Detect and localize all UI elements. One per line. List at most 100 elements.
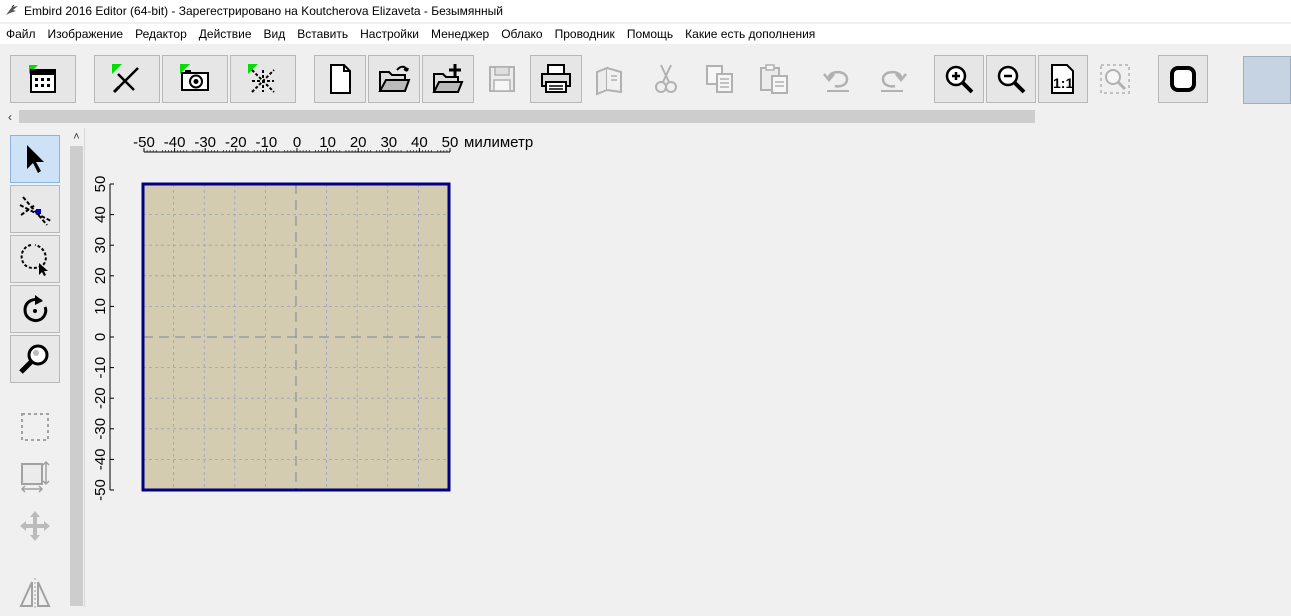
design-canvas[interactable]: -50 -40 -30 -20 -10 0 10 20 30 40 50 милиметр 50 40 3… [86,128,1291,607]
x-ruler-label: 10 [319,134,336,151]
lasso-tool-button[interactable] [10,235,60,283]
mirror-tool-button[interactable] [10,568,60,616]
copy-icon [706,65,733,93]
marquee-select-tool-button[interactable] [10,403,60,451]
horizontal-scrollbar[interactable]: ‹ [0,108,1291,125]
zoom-selection-button[interactable] [1090,55,1140,103]
x-ruler-label: -10 [256,134,278,151]
menu-manager[interactable]: Менеджер [425,24,495,44]
zoom-in-button[interactable] [934,55,984,103]
y-ruler-label: 20 [92,267,109,284]
save-icon [489,66,515,92]
menu-insert[interactable]: Вставить [291,24,354,44]
y-ruler-label: 0 [92,333,109,341]
rotate-icon [23,295,48,322]
rotate-tool-button[interactable] [10,285,60,333]
edit-nodes-tool-button[interactable] [10,185,60,233]
window-title: Embird 2016 Editor (64-bit) - Зарегестри… [24,4,503,18]
embroidery-hoop[interactable] [141,182,451,492]
add-file-button[interactable] [422,55,474,103]
export-button[interactable] [584,55,636,103]
hoop-button[interactable] [1158,55,1208,103]
open-file-button[interactable] [368,55,420,103]
move-tool-button[interactable] [10,502,60,550]
export-icon [596,66,622,96]
x-ruler-label: 40 [411,134,428,151]
toolbar-group-hoop [1158,55,1210,103]
select-tool-button[interactable] [10,135,60,183]
vertical-scroll-thumb[interactable] [70,146,83,606]
resize-tool-button[interactable] [10,452,60,500]
menu-settings[interactable]: Настройки [354,24,425,44]
calendar-icon [29,65,56,93]
y-ruler-label: 40 [92,206,109,223]
toolbar-group-manager [10,55,78,103]
menu-file[interactable]: Файл [0,24,42,44]
y-ruler-label: -50 [92,479,109,501]
zoom-1-1-icon: 1:1 [1051,64,1074,94]
mirror-icon [19,578,51,608]
menu-editor[interactable]: Редактор [129,24,193,44]
x-ruler-label: 20 [350,134,367,151]
calendar-button[interactable] [10,55,76,103]
cut-button[interactable] [640,55,692,103]
marquee-select-icon [21,413,49,441]
open-folder-icon [378,65,411,92]
paste-button[interactable] [748,55,800,103]
menu-addons[interactable]: Какие есть дополнения [679,24,821,44]
svg-text:1:1: 1:1 [1053,75,1073,91]
draw-tool-icon [112,64,139,94]
hoop-icon [1170,66,1196,92]
stitch-button[interactable] [230,55,296,103]
vertical-scrollbar[interactable]: ˄ [68,128,85,607]
add-file-icon [432,64,464,93]
new-file-button[interactable] [314,55,366,103]
camera-icon [180,64,209,91]
new-file-icon [330,64,351,94]
save-button[interactable] [476,55,528,103]
x-ruler-label: -30 [194,134,216,151]
print-button[interactable] [530,55,582,103]
cut-icon [655,64,677,93]
menu-action[interactable]: Действие [193,24,258,44]
vertical-ruler: 50 40 30 20 10 0 -10 -20 -30 -40 -50 [92,176,114,501]
select-arrow-icon [27,145,44,173]
scroll-left-icon[interactable]: ‹ [2,108,18,125]
y-ruler-label: -20 [92,387,109,409]
zoom-selection-icon [1100,64,1130,94]
y-ruler-label: 10 [92,298,109,315]
zoom-in-icon [945,65,974,94]
zoom-1-1-button[interactable]: 1:1 [1038,55,1088,103]
menu-bar: Файл Изображение Редактор Действие Вид В… [0,24,1291,44]
x-ruler-label: 0 [293,134,301,151]
redo-button[interactable] [866,55,918,103]
ruler-unit-label: милиметр [464,134,533,151]
draw-tool-button[interactable] [94,55,160,103]
resize-icon [20,460,50,493]
menu-explorer[interactable]: Проводник [549,24,621,44]
toolbar-group-zoom: 1:1 [934,55,1142,103]
color-panel[interactable] [1243,56,1291,104]
zoom-tool-button[interactable] [10,335,60,383]
x-ruler-label: -40 [164,134,186,151]
toolbar-group-history [812,55,920,103]
copy-button[interactable] [694,55,746,103]
edit-nodes-icon [19,196,52,226]
x-ruler-label: 50 [442,134,459,151]
menu-image[interactable]: Изображение [42,24,130,44]
zoom-out-button[interactable] [986,55,1036,103]
menu-help[interactable]: Помощь [621,24,679,44]
design-workspace[interactable]: -50 -40 -30 -20 -10 0 10 20 30 40 50 милиметр 50 40 3… [86,128,1291,607]
camera-button[interactable] [162,55,228,103]
menu-view[interactable]: Вид [258,24,292,44]
y-ruler-label: 50 [92,176,109,193]
zoom-out-icon [997,65,1026,94]
print-icon [541,64,571,93]
menu-cloud[interactable]: Облако [495,24,548,44]
title-bar: Embird 2016 Editor (64-bit) - Зарегестри… [0,0,1291,22]
undo-button[interactable] [812,55,864,103]
y-ruler-label: -10 [92,357,109,379]
scroll-up-icon[interactable]: ˄ [68,128,85,145]
paste-icon [760,64,788,94]
scroll-thumb[interactable] [19,110,1035,123]
